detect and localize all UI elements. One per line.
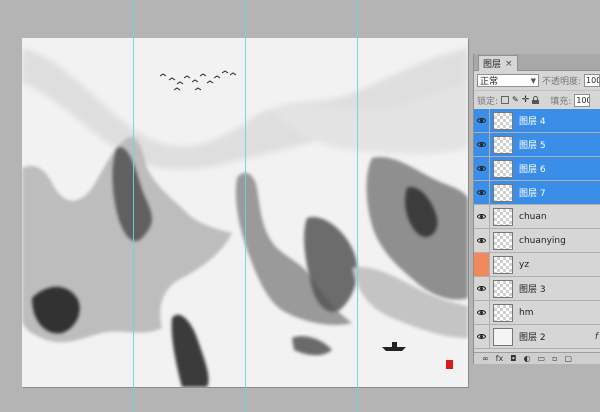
- visibility-toggle[interactable]: [474, 109, 490, 132]
- layer-row[interactable]: 图层 2 f: [474, 325, 600, 349]
- fill-label: 填充:: [550, 96, 572, 107]
- visibility-toggle[interactable]: [474, 205, 490, 228]
- add-mask-icon[interactable]: ◘: [510, 354, 516, 364]
- layer-thumbnail: [493, 279, 513, 298]
- lock-pixels-icon[interactable]: ✎: [512, 96, 519, 104]
- lock-all-icon[interactable]: [532, 96, 540, 104]
- lock-position-icon[interactable]: ✛: [522, 96, 530, 105]
- layer-name: 图层 5: [519, 141, 546, 151]
- eye-icon: [477, 334, 486, 339]
- fx-icon[interactable]: fx: [496, 354, 504, 364]
- eye-icon: [477, 166, 486, 171]
- layer-row[interactable]: hm: [474, 301, 600, 325]
- center-mountain: [235, 172, 358, 356]
- blend-row: 正常 ▼ 不透明度: 100: [474, 71, 600, 91]
- eye-icon: [477, 118, 486, 123]
- visibility-toggle[interactable]: [474, 157, 490, 180]
- document-workspace[interactable]: 图层 × 正常 ▼ 不透明度: 100 锁定: ✎ ✛ 填充: 100 图层 4…: [0, 0, 600, 412]
- layer-name: 图层 7: [519, 189, 546, 199]
- visibility-toggle[interactable]: [474, 181, 490, 204]
- new-layer-icon[interactable]: ▫: [552, 354, 557, 364]
- eye-icon: [477, 238, 486, 243]
- layer-name: 图层 3: [519, 285, 546, 295]
- layer-thumbnail: [493, 255, 513, 274]
- layer-name: yz: [519, 259, 530, 270]
- flying-birds: [159, 70, 237, 91]
- layer-thumbnail: [493, 111, 513, 130]
- layer-thumbnail: [493, 183, 513, 202]
- trash-icon[interactable]: ▢: [565, 354, 573, 364]
- visibility-toggle[interactable]: [474, 253, 490, 276]
- visibility-toggle[interactable]: [474, 301, 490, 324]
- layer-thumbnail: [493, 159, 513, 178]
- lock-transparency-icon[interactable]: [501, 96, 510, 104]
- eye-icon: [477, 190, 486, 195]
- layer-row[interactable]: 图层 4: [474, 109, 600, 133]
- layer-row[interactable]: 图层 7: [474, 181, 600, 205]
- eye-icon: [477, 214, 486, 219]
- opacity-input[interactable]: 100: [584, 74, 600, 87]
- close-icon[interactable]: ×: [505, 59, 513, 69]
- layer-name: hm: [519, 307, 534, 318]
- eye-icon: [477, 310, 486, 315]
- layer-row[interactable]: yz: [474, 253, 600, 277]
- boat: [382, 342, 406, 351]
- chevron-down-icon: ▼: [530, 76, 536, 85]
- blend-mode-value: 正常: [480, 77, 499, 87]
- layer-thumbnail: [493, 231, 513, 250]
- fill-input[interactable]: 100: [574, 93, 591, 107]
- layer-name: 图层 2: [519, 333, 546, 343]
- layer-row[interactable]: chuan: [474, 205, 600, 229]
- new-group-icon[interactable]: ▭: [538, 354, 546, 364]
- lock-label: 锁定:: [477, 96, 499, 107]
- visibility-toggle[interactable]: [474, 277, 490, 300]
- opacity-label: 不透明度:: [542, 77, 582, 87]
- visibility-toggle[interactable]: [474, 325, 490, 348]
- visibility-toggle[interactable]: [474, 229, 490, 252]
- guide-line-1[interactable]: [133, 0, 134, 412]
- panel-footer: ∞ fx ◘ ◐ ▭ ▫ ▢: [474, 352, 600, 364]
- panel-tab-bar: 图层 ×: [474, 54, 600, 71]
- layer-thumbnail: [493, 135, 513, 154]
- lock-row: 锁定: ✎ ✛ 填充: 100: [474, 91, 600, 110]
- layer-name: chuanying: [519, 235, 566, 246]
- layer-row[interactable]: chuanying: [474, 229, 600, 253]
- layer-name: 图层 4: [519, 117, 546, 127]
- red-seal: [446, 360, 453, 369]
- layer-row[interactable]: 图层 5: [474, 133, 600, 157]
- layer-row[interactable]: 图层 3: [474, 277, 600, 301]
- layer-name: chuan: [519, 211, 547, 222]
- layer-name: 图层 6: [519, 165, 546, 175]
- layer-thumbnail: [493, 303, 513, 322]
- link-layers-icon[interactable]: ∞: [482, 354, 489, 364]
- visibility-toggle[interactable]: [474, 133, 490, 156]
- right-mountain: [352, 157, 468, 338]
- layer-row[interactable]: 图层 6: [474, 157, 600, 181]
- layer-effects-icon[interactable]: f: [595, 332, 598, 342]
- eye-icon: [477, 142, 486, 147]
- layers-tab-label: 图层: [483, 60, 502, 70]
- layers-panel: 图层 × 正常 ▼ 不透明度: 100 锁定: ✎ ✛ 填充: 100 图层 4…: [473, 54, 600, 364]
- layers-tab[interactable]: 图层 ×: [478, 55, 518, 71]
- eye-icon: [477, 286, 486, 291]
- adjustment-layer-icon[interactable]: ◐: [524, 354, 531, 364]
- guide-line-3[interactable]: [357, 0, 358, 412]
- blend-mode-select[interactable]: 正常 ▼: [477, 74, 539, 87]
- layer-thumbnail: [493, 207, 513, 226]
- layer-list: 图层 4 图层 5 图层 6 图层 7 chuan chuanying yz 图…: [474, 109, 600, 349]
- layer-thumbnail: [493, 327, 513, 346]
- left-mountain: [22, 137, 232, 387]
- guide-line-2[interactable]: [245, 0, 246, 412]
